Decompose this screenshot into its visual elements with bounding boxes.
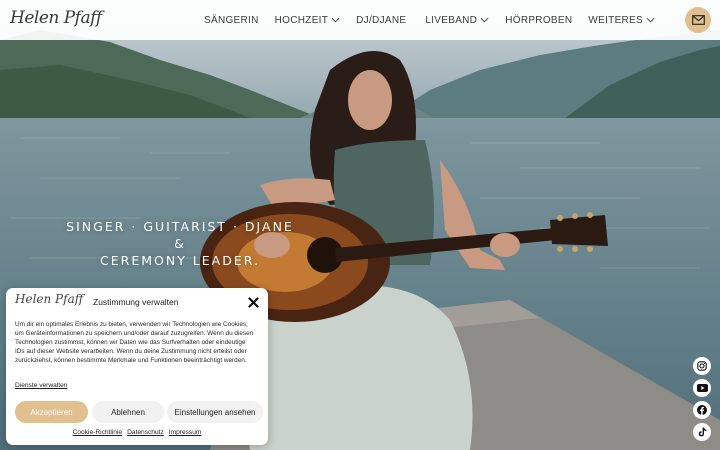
tiktok-link[interactable] bbox=[693, 423, 711, 441]
youtube-icon bbox=[696, 384, 708, 392]
nav-item-hochzeit[interactable]: HOCHZEIT bbox=[275, 15, 341, 26]
youtube-link[interactable] bbox=[693, 379, 711, 397]
facebook-icon bbox=[697, 405, 707, 415]
deny-button[interactable]: Ablehnen bbox=[92, 401, 164, 423]
tiktok-icon bbox=[698, 427, 706, 437]
nav-label: LIVEBAND bbox=[425, 14, 478, 26]
mail-icon bbox=[691, 15, 705, 25]
nav-label: SÄNGERIN bbox=[204, 14, 259, 26]
facebook-link[interactable] bbox=[693, 401, 711, 419]
privacy-link[interactable]: Datenschutz bbox=[127, 429, 164, 436]
main-navigation: SÄNGERIN HOCHZEIT DJ/DJANE LIVEBAND HÖRP… bbox=[204, 0, 655, 40]
cookie-consent-dialog: Helen Pfaff Zustimmung verwalten Um dir … bbox=[6, 288, 268, 445]
site-header: Helen Pfaff SÄNGERIN HOCHZEIT DJ/DJANE L… bbox=[0, 0, 720, 40]
instagram-link[interactable] bbox=[693, 357, 711, 375]
chevron-down-icon bbox=[646, 17, 655, 23]
cookie-dialog-title: Zustimmung verwalten bbox=[93, 297, 179, 307]
view-preferences-button[interactable]: Einstellungen ansehen bbox=[167, 401, 263, 423]
accept-button[interactable]: Akzeptieren bbox=[15, 401, 88, 423]
cookie-dialog-logo: Helen Pfaff bbox=[15, 292, 84, 306]
cookie-dialog-footer: Cookie-Richtlinie Datenschutz Impressum bbox=[6, 429, 268, 436]
cookie-policy-link[interactable]: Cookie-Richtlinie bbox=[73, 429, 122, 436]
chevron-down-icon bbox=[480, 17, 489, 23]
instagram-icon bbox=[697, 361, 707, 371]
nav-item-dj-djane[interactable]: DJ/DJANE bbox=[356, 15, 406, 26]
nav-item-hoerproben[interactable]: HÖRPROBEN bbox=[505, 15, 572, 26]
chevron-down-icon bbox=[331, 17, 340, 23]
cookie-dialog-text: Um dir ein optimales Erlebnis zu bieten,… bbox=[15, 321, 254, 364]
nav-label: HÖRPROBEN bbox=[505, 14, 573, 26]
tagline-line-1: SINGER · GUITARIST · DJANE & bbox=[66, 219, 294, 251]
nav-item-weiteres[interactable]: WEITERES bbox=[588, 15, 655, 26]
close-icon[interactable] bbox=[248, 297, 259, 308]
nav-label: WEITERES bbox=[588, 14, 644, 26]
tagline-line-2: CEREMONY LEADER. bbox=[100, 253, 260, 268]
imprint-link[interactable]: Impressum bbox=[169, 429, 202, 436]
nav-label: DJ/DJANE bbox=[356, 14, 407, 26]
nav-item-liveband[interactable]: LIVEBAND bbox=[425, 15, 489, 26]
contact-mail-button[interactable] bbox=[685, 7, 711, 33]
nav-item-saengerin[interactable]: SÄNGERIN bbox=[204, 15, 259, 26]
nav-label: HOCHZEIT bbox=[274, 14, 329, 26]
manage-services-link[interactable]: Dienste verwalten bbox=[15, 382, 67, 389]
hero-tagline: SINGER · GUITARIST · DJANE & CEREMONY LE… bbox=[60, 218, 300, 269]
site-logo[interactable]: Helen Pfaff bbox=[10, 8, 102, 28]
